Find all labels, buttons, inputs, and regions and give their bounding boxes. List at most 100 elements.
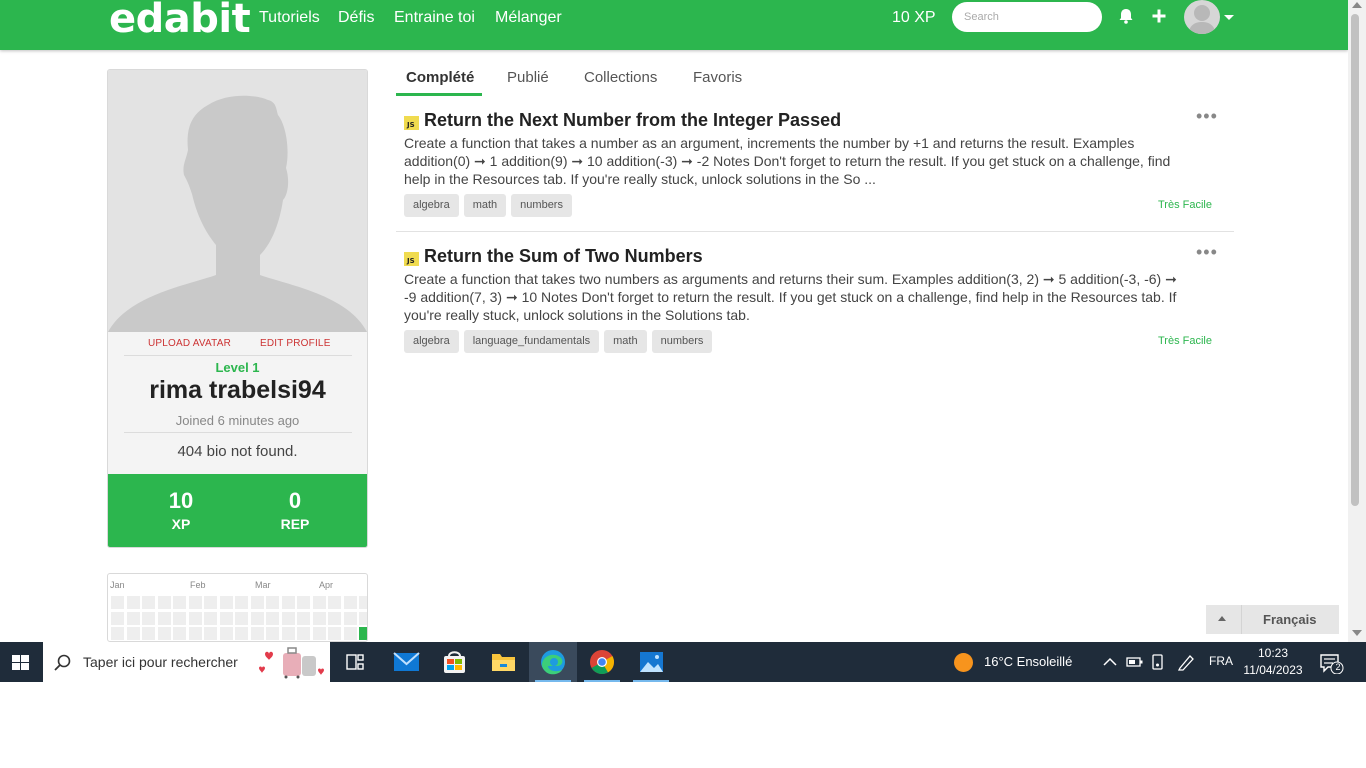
rep-label: REP: [280, 516, 310, 532]
taskbar-chrome[interactable]: [578, 642, 626, 682]
xp-value: 10: [168, 488, 194, 513]
tab-complete[interactable]: Complété: [406, 69, 474, 86]
caret-up-icon: [1218, 616, 1226, 621]
heatmap-cell: [281, 627, 295, 640]
heatmap-cell: [157, 611, 171, 625]
heatmap-cell: [297, 596, 310, 609]
network-icon[interactable]: [1150, 653, 1166, 671]
difficulty-label: Très Facile: [1158, 199, 1212, 211]
heatmap-cell: [235, 596, 248, 609]
more-options-icon[interactable]: •••: [1196, 106, 1218, 127]
page-scrollbar[interactable]: [1348, 0, 1366, 642]
heatmap-cell: [266, 627, 279, 640]
windows-logo-icon: [12, 655, 29, 670]
challenge-title[interactable]: Return the Next Number from the Integer …: [424, 110, 841, 131]
heatmap-cell: [250, 611, 264, 625]
plus-icon[interactable]: [1149, 6, 1169, 26]
nav-link-tutoriels[interactable]: Tutoriels: [259, 9, 320, 27]
scroll-thumb[interactable]: [1351, 14, 1359, 506]
edabit-logo[interactable]: edabit: [109, 0, 251, 42]
heatmap-cell: [219, 596, 233, 609]
system-clock[interactable]: 10:23 11/04/2023: [1238, 645, 1308, 679]
task-view-button[interactable]: [331, 642, 379, 682]
heatmap-cell: [142, 627, 155, 640]
rep-value: 0: [288, 488, 302, 513]
chevron-down-icon[interactable]: [1224, 15, 1234, 20]
weather-text[interactable]: 16°C Ensoleillé: [984, 654, 1072, 669]
nav-link-defis[interactable]: Défis: [338, 9, 374, 27]
pen-icon[interactable]: [1176, 653, 1196, 671]
heatmap-cell: [173, 611, 186, 625]
heatmap-cell: [219, 627, 233, 640]
month-label: Jan: [110, 580, 125, 590]
sun-weather-icon[interactable]: [953, 652, 974, 673]
tag-math[interactable]: math: [463, 194, 507, 217]
taskbar-file-explorer[interactable]: [479, 642, 527, 682]
taskbar-search[interactable]: Taper ici pour rechercher: [43, 642, 330, 682]
nav-link-melanger[interactable]: Mélanger: [495, 9, 562, 27]
profile-silhouette-icon: [108, 95, 367, 333]
heatmap-cell: [173, 596, 186, 609]
more-options-icon[interactable]: •••: [1196, 242, 1218, 263]
bell-icon[interactable]: [1116, 6, 1136, 26]
notification-count: 2: [1335, 662, 1341, 672]
tag-numbers[interactable]: numbers: [651, 330, 713, 353]
activity-heatmap: Jan Feb Mar Apr: [107, 573, 368, 642]
tab-favoris[interactable]: Favoris: [693, 69, 742, 86]
tag-math[interactable]: math: [604, 330, 647, 353]
heatmap-cell: [204, 596, 217, 609]
heatmap-cell: [328, 611, 341, 625]
start-button[interactable]: [0, 642, 42, 682]
scroll-down-arrow-icon[interactable]: [1352, 630, 1362, 636]
top-navbar: edabit Tutoriels Défis Entraine toi Méla…: [0, 0, 1348, 50]
heatmap-cell: [343, 627, 357, 640]
heatmap-cell: [111, 596, 124, 609]
heatmap-cell: [312, 596, 326, 609]
challenge-title[interactable]: Return the Sum of Two Numbers: [424, 246, 703, 267]
tag-algebra[interactable]: algebra: [404, 194, 459, 217]
heatmap-cell: [297, 611, 310, 625]
heatmap-cell: [235, 611, 248, 625]
battery-icon[interactable]: [1126, 655, 1144, 669]
language-selector[interactable]: Français: [1206, 605, 1339, 634]
challenge-item: JS Return the Sum of Two Numbers ••• Cre…: [404, 242, 1234, 356]
heatmap-cell: [126, 627, 140, 640]
taskbar-mail[interactable]: [382, 642, 430, 682]
month-label: Apr: [319, 580, 334, 590]
task-view-icon: [346, 654, 364, 670]
javascript-icon: JS: [404, 116, 419, 130]
tag-algebra[interactable]: algebra: [404, 330, 459, 353]
chevron-up-icon[interactable]: [1102, 655, 1118, 669]
folder-icon: [492, 654, 515, 671]
edit-profile-link[interactable]: EDIT PROFILE: [260, 338, 331, 349]
tag-language-fundamentals[interactable]: language_fundamentals: [463, 330, 600, 353]
divider: [1241, 605, 1242, 634]
heatmap-cell: [281, 611, 295, 625]
suitcase-hearts-icon: [259, 647, 324, 679]
mail-icon: [393, 652, 420, 671]
heatmap-cell: [266, 596, 279, 609]
tab-collections[interactable]: Collections: [584, 69, 657, 86]
nav-link-entraine-toi[interactable]: Entraine toi: [394, 9, 475, 27]
taskbar-store[interactable]: [430, 642, 478, 682]
heatmap-cell: [126, 611, 140, 625]
tab-publie[interactable]: Publié: [507, 69, 549, 86]
month-label: Feb: [190, 580, 206, 590]
heatmap-cell: [266, 611, 279, 625]
upload-avatar-link[interactable]: UPLOAD AVATAR: [148, 338, 231, 349]
tag-list: algebra language_fundamentals math numbe…: [404, 330, 713, 353]
profile-avatar: [108, 70, 367, 333]
search-input[interactable]: [952, 2, 1102, 32]
heatmap-cell: [359, 627, 367, 640]
heatmap-cell: [312, 611, 326, 625]
input-language[interactable]: FRA: [1209, 654, 1233, 668]
heatmap-cell: [281, 596, 295, 609]
divider: [124, 355, 352, 356]
user-avatar-menu[interactable]: [1184, 0, 1220, 34]
tag-numbers[interactable]: numbers: [511, 194, 572, 217]
scroll-up-arrow-icon[interactable]: [1352, 2, 1362, 8]
taskbar-photos[interactable]: [627, 642, 675, 682]
heatmap-cell: [111, 611, 124, 625]
divider: [124, 432, 352, 433]
taskbar-edge[interactable]: [529, 642, 577, 682]
